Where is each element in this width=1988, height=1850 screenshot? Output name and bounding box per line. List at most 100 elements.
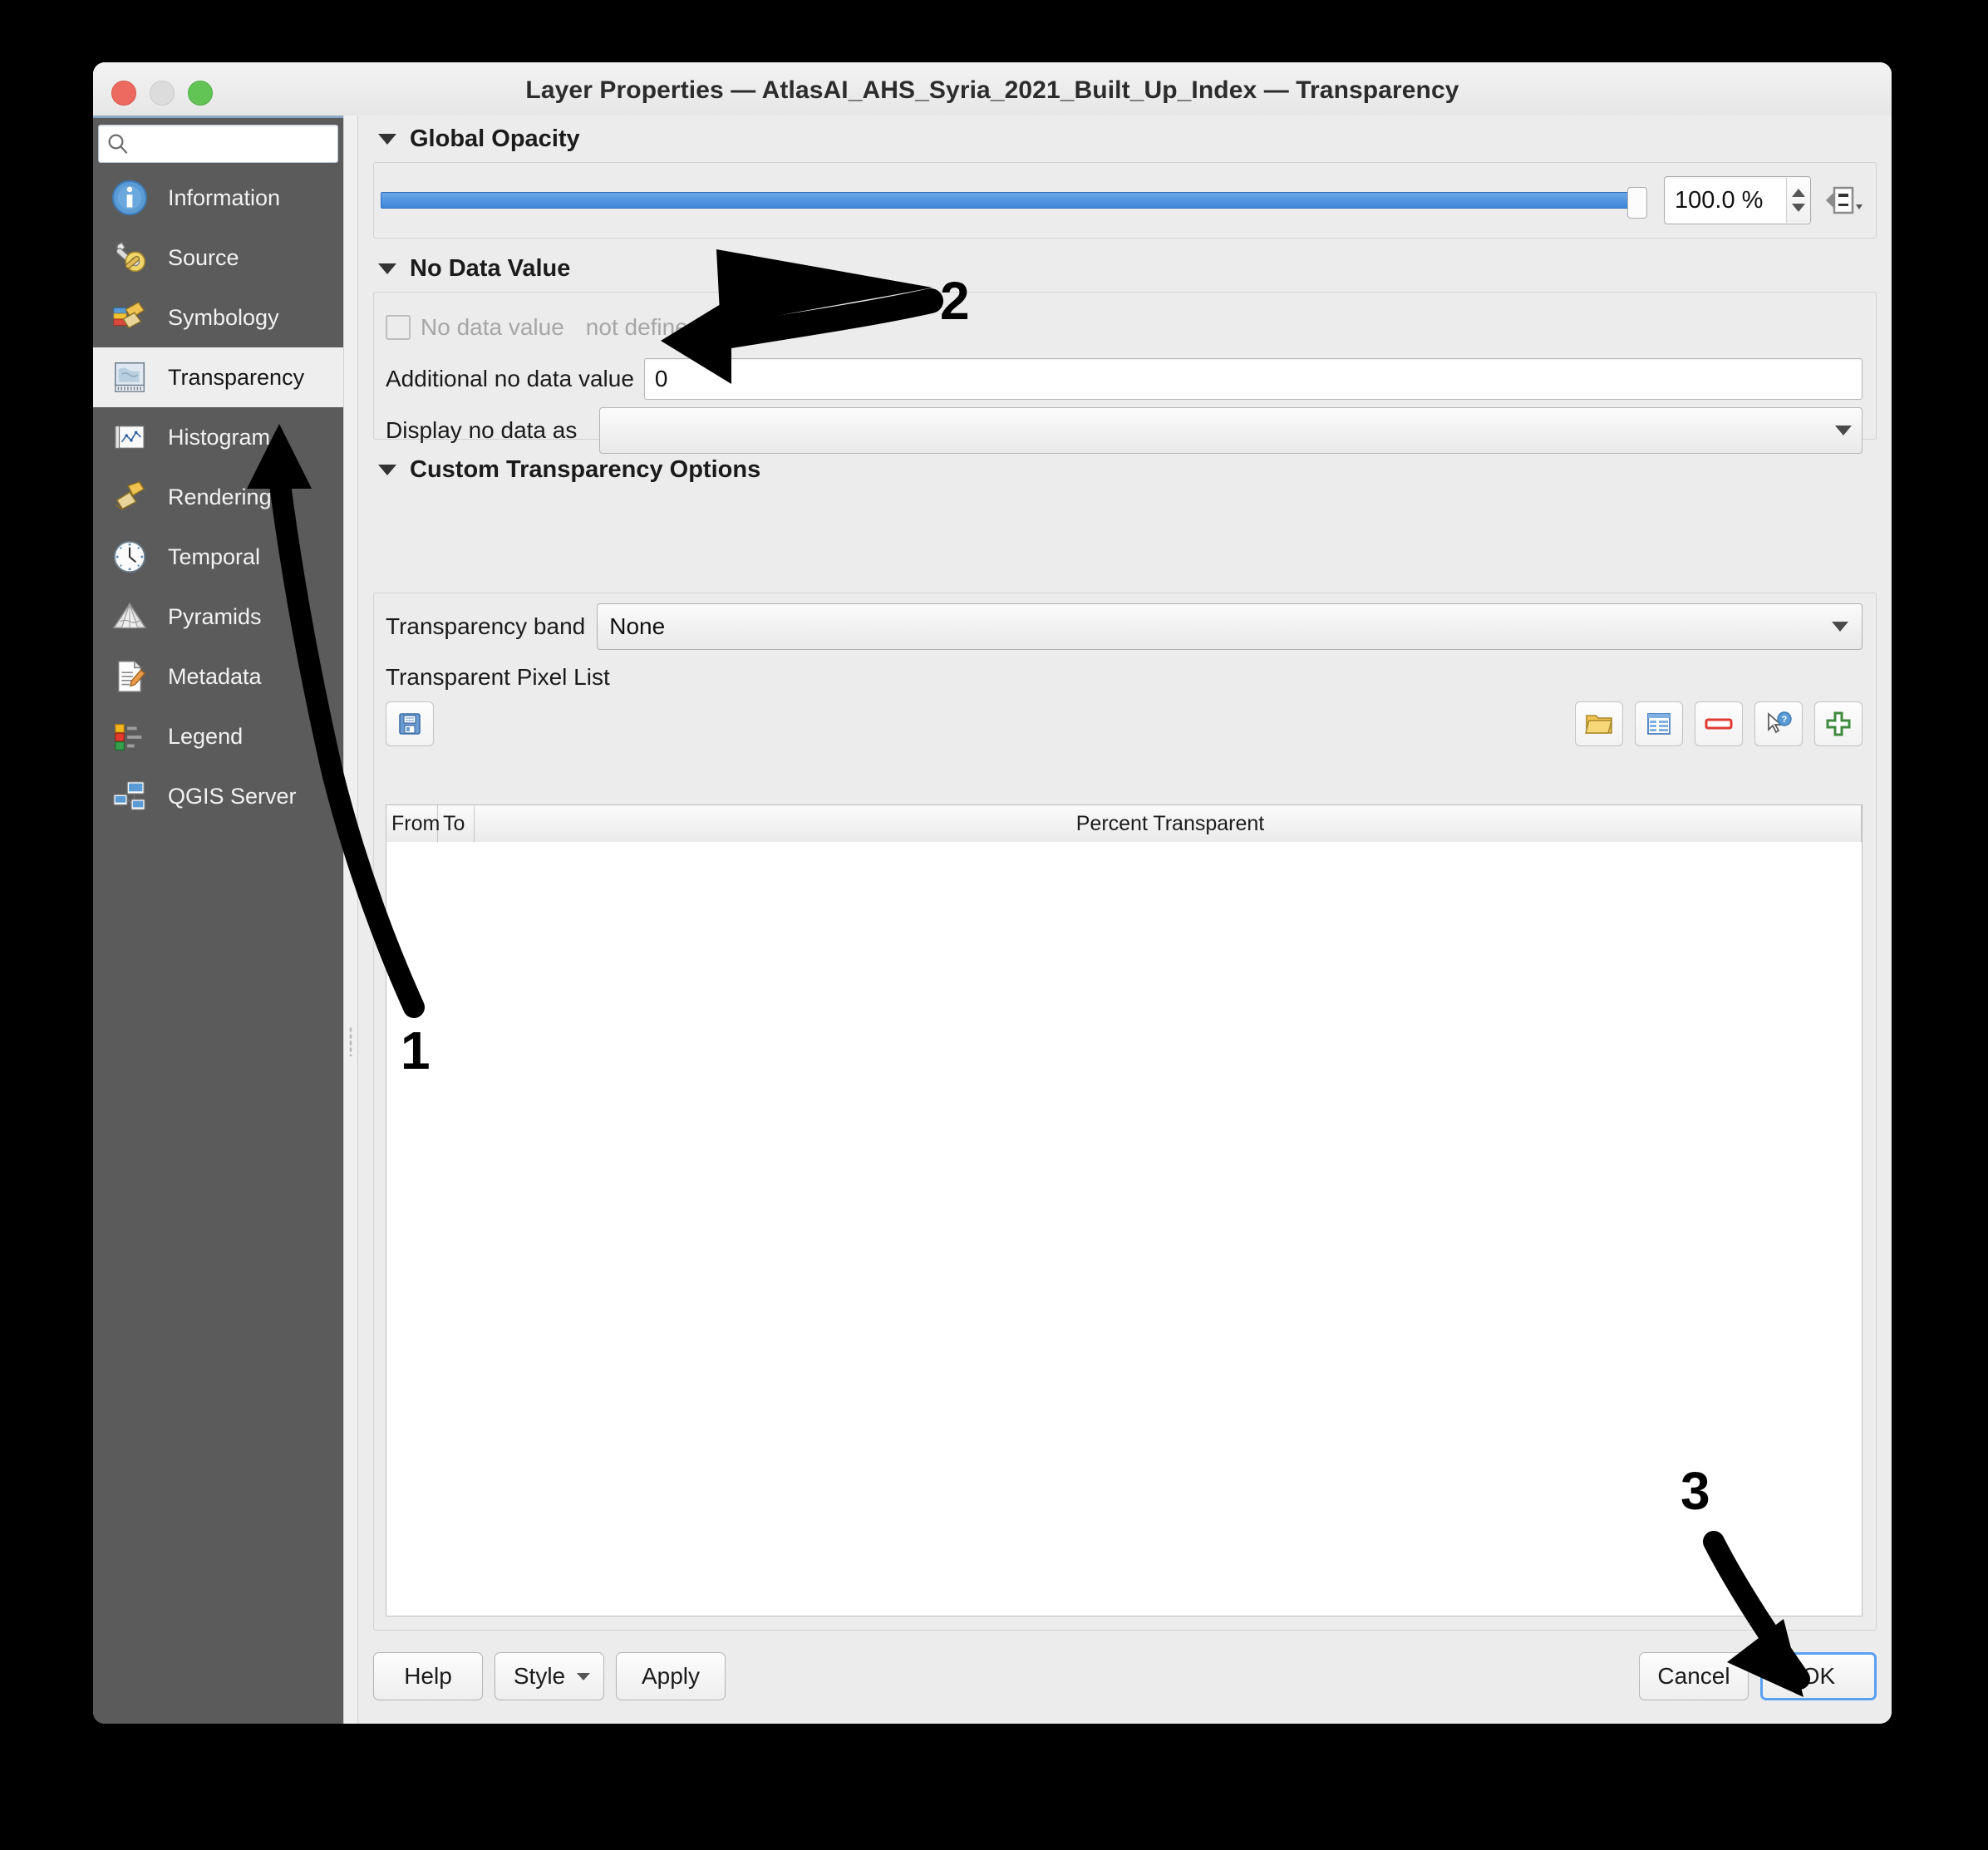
sidebar-item-legend[interactable]: Legend xyxy=(93,706,343,766)
style-button[interactable]: Style xyxy=(495,1652,604,1700)
title-bar: Layer Properties — AtlasAI_AHS_Syria_202… xyxy=(93,62,1892,116)
style-button-label: Style xyxy=(513,1663,566,1689)
transparency-band-label: Transparency band xyxy=(386,613,586,639)
sidebar-item-qgis-server[interactable]: QGIS Server xyxy=(93,766,343,826)
custom-transparency-title: Custom Transparency Options xyxy=(410,455,761,483)
opacity-slider-track xyxy=(381,192,1632,209)
additional-no-data-value-label: Additional no data value xyxy=(386,366,634,391)
sidebar-item-temporal[interactable]: Temporal xyxy=(93,527,343,587)
sidebar-item-label: Source xyxy=(168,244,239,270)
additional-no-data-value-row: Additional no data value 0 xyxy=(386,356,1863,402)
remove-selected-row-icon[interactable] xyxy=(1695,701,1743,746)
information-icon xyxy=(108,176,151,219)
export-to-file-icon[interactable] xyxy=(386,701,434,746)
collapse-triangle-icon[interactable] xyxy=(378,133,396,145)
opacity-stepper[interactable] xyxy=(1786,178,1810,223)
data-defined-override-button[interactable] xyxy=(1819,179,1866,222)
metadata-icon xyxy=(108,655,151,698)
column-header-to[interactable]: To xyxy=(438,805,475,842)
transparency-band-combo[interactable]: None xyxy=(597,603,1863,650)
chevron-down-icon[interactable] xyxy=(1832,622,1848,632)
sidebar-item-label: Histogram xyxy=(168,424,271,450)
main-content: Global Opacity 100.0 % No Data Value No … xyxy=(358,116,1892,1724)
svg-text:?: ? xyxy=(1782,715,1788,725)
column-header-from[interactable]: From xyxy=(386,805,440,842)
qgis-server-icon xyxy=(108,775,151,818)
symbology-icon xyxy=(108,296,151,339)
opacity-slider[interactable] xyxy=(381,184,1652,219)
no-data-value-panel: No data value not defined Additional no … xyxy=(373,292,1877,454)
global-opacity-section-header[interactable]: Global Opacity xyxy=(373,116,1877,162)
additional-no-data-value-input[interactable]: 0 xyxy=(643,358,1863,400)
pixel-list-toolbar-right: ? xyxy=(1575,701,1863,746)
sidebar-search-wrapper xyxy=(93,116,343,168)
sidebar-item-label: Information xyxy=(168,185,281,210)
window-title: Layer Properties — AtlasAI_AHS_Syria_202… xyxy=(525,76,1459,104)
sidebar-item-rendering[interactable]: Rendering xyxy=(93,467,343,527)
no-data-value-title: No Data Value xyxy=(410,254,571,282)
sidebar-splitter[interactable] xyxy=(343,116,358,1724)
sidebar: Information Source Symbology Transparenc… xyxy=(93,116,343,1724)
sidebar-item-label: Legend xyxy=(168,723,244,749)
chevron-down-icon[interactable] xyxy=(1835,426,1852,435)
collapse-triangle-icon[interactable] xyxy=(378,263,396,274)
opacity-spinbox[interactable]: 100.0 % xyxy=(1664,176,1811,224)
annotation-number-1: 1 xyxy=(401,1021,431,1080)
display-no-data-as-label: Display no data as xyxy=(386,417,578,443)
ok-button[interactable]: OK xyxy=(1760,1652,1877,1700)
add-values-icon[interactable] xyxy=(1814,701,1863,746)
transparency-band-row: Transparency band None xyxy=(386,603,1863,650)
add-values-manually-icon[interactable]: ? xyxy=(1754,701,1803,746)
sidebar-item-transparency[interactable]: Transparency xyxy=(93,347,343,407)
histogram-icon xyxy=(108,416,151,459)
no-data-value-checkbox-row: No data value not defined xyxy=(386,304,1863,351)
add-values-from-display-icon[interactable] xyxy=(1635,701,1683,746)
sidebar-item-label: Metadata xyxy=(168,663,262,689)
sidebar-item-metadata[interactable]: Metadata xyxy=(93,647,343,706)
sidebar-item-label: Symbology xyxy=(168,304,279,330)
stepper-down-icon[interactable] xyxy=(1792,204,1805,212)
help-button[interactable]: Help xyxy=(373,1652,483,1700)
sidebar-item-pyramids[interactable]: Pyramids xyxy=(93,587,343,647)
no-data-value-label: No data value xyxy=(421,314,564,340)
stepper-up-icon[interactable] xyxy=(1792,189,1805,197)
source-icon xyxy=(108,236,151,279)
splitter-grip[interactable] xyxy=(349,1026,352,1056)
window-body: Information Source Symbology Transparenc… xyxy=(93,116,1892,1724)
search-input[interactable] xyxy=(98,125,338,163)
dialog-button-bar: Help Style Apply Cancel OK xyxy=(373,1641,1877,1712)
opacity-slider-handle[interactable] xyxy=(1627,187,1647,219)
temporal-icon xyxy=(108,535,151,578)
search-icon xyxy=(106,131,130,156)
cancel-button[interactable]: Cancel xyxy=(1639,1652,1749,1700)
import-from-file-icon[interactable] xyxy=(1575,701,1623,746)
pixel-list-toolbar: ? xyxy=(386,698,1863,750)
sidebar-item-information[interactable]: Information xyxy=(93,168,343,228)
no-data-value-section-header[interactable]: No Data Value xyxy=(373,245,1877,292)
transparency-icon xyxy=(108,356,151,399)
no-data-value-state: not defined xyxy=(585,314,701,340)
sidebar-item-source[interactable]: Source xyxy=(93,228,343,288)
no-data-value-checkbox[interactable] xyxy=(386,315,411,340)
sidebar-item-label: Pyramids xyxy=(168,603,262,629)
transparent-pixel-list-label: Transparent Pixel List xyxy=(386,664,610,690)
opacity-value: 100.0 % xyxy=(1675,186,1764,214)
table-header-row: From To Percent Transparent xyxy=(386,805,1862,843)
custom-transparency-panel: Transparency band None Transparent Pixel… xyxy=(373,593,1877,1631)
sidebar-item-histogram[interactable]: Histogram xyxy=(93,407,343,467)
display-no-data-as-row: Display no data as xyxy=(386,407,1863,454)
rendering-icon xyxy=(108,475,151,519)
annotation-number-3: 3 xyxy=(1680,1461,1710,1521)
chevron-down-icon[interactable] xyxy=(577,1672,590,1680)
apply-button[interactable]: Apply xyxy=(616,1652,726,1700)
transparent-pixel-table[interactable]: From To Percent Transparent xyxy=(386,804,1863,1616)
layer-properties-window: Layer Properties — AtlasAI_AHS_Syria_202… xyxy=(93,62,1892,1724)
column-header-percent-transparent[interactable]: Percent Transparent xyxy=(475,805,1862,842)
table-body[interactable] xyxy=(386,842,1862,1616)
sidebar-item-label: Transparency xyxy=(168,364,305,390)
display-no-data-as-combo[interactable] xyxy=(599,407,1863,454)
sidebar-item-symbology[interactable]: Symbology xyxy=(93,288,343,347)
sidebar-item-label: QGIS Server xyxy=(168,783,297,809)
global-opacity-title: Global Opacity xyxy=(410,125,580,152)
collapse-triangle-icon[interactable] xyxy=(378,464,396,475)
